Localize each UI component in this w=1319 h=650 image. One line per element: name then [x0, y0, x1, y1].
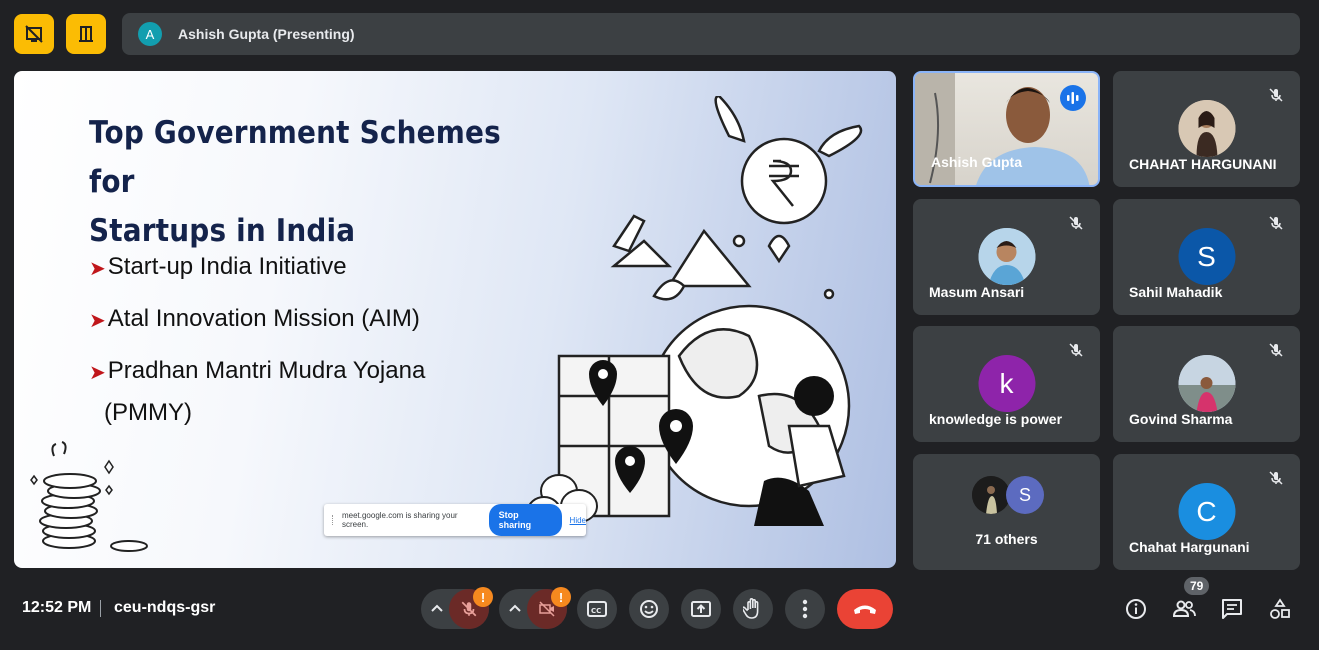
present-screen-icon — [691, 601, 711, 617]
muted-mic-icon — [1264, 83, 1288, 107]
participant-photo — [972, 476, 1010, 514]
door-icon — [79, 26, 93, 42]
drag-handle-icon[interactable] — [332, 515, 334, 525]
participant-name: Masum Ansari — [929, 284, 1025, 300]
participant-name: Ashish Gupta — [931, 154, 1023, 170]
sharing-notice-text: meet.google.com is sharing your screen. — [341, 511, 458, 529]
more-options-button[interactable] — [785, 589, 825, 629]
hide-screen-icon — [25, 25, 43, 43]
mic-control: ! — [421, 587, 493, 629]
meeting-details-button[interactable] — [1124, 597, 1148, 621]
side-by-side-view-button[interactable] — [66, 14, 106, 54]
present-now-button[interactable] — [681, 589, 721, 629]
participant-count-badge: 79 — [1184, 577, 1210, 595]
muted-mic-icon — [1264, 338, 1288, 362]
divider — [100, 600, 101, 617]
audio-wave-icon — [1067, 92, 1079, 104]
leave-call-button[interactable] — [837, 589, 893, 629]
slide-title: Top Government Schemes for Startups in I… — [89, 115, 501, 249]
svg-text:CC: CC — [591, 607, 601, 615]
others-count-label: 71 others — [975, 531, 1038, 547]
muted-mic-icon — [1064, 211, 1088, 235]
stop-sharing-button[interactable]: Stop sharing — [488, 504, 562, 536]
raise-hand-button[interactable] — [733, 589, 773, 629]
slide-bullets: ➤ Start-up India Initiative ➤ Atal Innovat… — [89, 253, 425, 451]
presenter-bar: A Ashish Gupta (Presenting) — [122, 13, 1300, 55]
meet-window: A Ashish Gupta (Presenting) Top Governme… — [0, 0, 1319, 650]
participant-tile[interactable]: CHAHAT HARGUNANI — [1113, 71, 1300, 187]
presenter-avatar: A — [138, 22, 162, 46]
shapes-icon — [1270, 598, 1290, 619]
chevron-up-icon[interactable] — [429, 601, 445, 617]
participant-tile[interactable]: Ashish Gupta — [913, 71, 1100, 187]
more-vert-icon — [802, 599, 808, 619]
muted-mic-icon — [1264, 211, 1288, 235]
info-icon — [1126, 599, 1146, 619]
camera-warning-badge: ! — [551, 587, 571, 607]
participant-photo — [978, 228, 1035, 285]
clock: 12:52 PM — [22, 599, 92, 616]
chat-icon — [1222, 599, 1242, 619]
participant-tile[interactable]: k knowledge is power — [913, 326, 1100, 442]
coins-illustration — [30, 441, 148, 552]
participant-avatar: S — [1006, 476, 1044, 514]
chevron-up-icon[interactable] — [507, 601, 523, 617]
participant-tile[interactable]: Govind Sharma — [1113, 326, 1300, 442]
startup-illustration — [527, 96, 863, 526]
participant-avatar: k — [978, 355, 1035, 412]
sharing-notice: meet.google.com is sharing your screen. … — [324, 504, 586, 536]
participant-name: Sahil Mahadik — [1129, 284, 1223, 300]
participant-name: Chahat Hargunani — [1129, 539, 1250, 555]
camera-control: ! — [499, 587, 571, 629]
participant-name: CHAHAT HARGUNANI — [1129, 156, 1277, 172]
muted-mic-icon — [1064, 338, 1088, 362]
speaking-indicator — [1060, 85, 1086, 111]
participant-photo — [1178, 355, 1235, 412]
meeting-code: ceu-ndqs-gsr — [114, 599, 216, 616]
hand-icon — [743, 598, 759, 619]
muted-mic-icon — [1264, 466, 1288, 490]
participant-name: Govind Sharma — [1129, 411, 1233, 427]
hang-up-icon — [854, 605, 876, 614]
people-button[interactable] — [1172, 597, 1196, 621]
participant-tile[interactable]: Masum Ansari — [913, 199, 1100, 315]
mic-warning-badge: ! — [473, 587, 493, 607]
others-tile[interactable]: S 71 others — [913, 454, 1100, 570]
participant-tile[interactable]: S Sahil Mahadik — [1113, 199, 1300, 315]
closed-captions-icon: CC — [587, 601, 607, 617]
bullet-item: ➤ Atal Innovation Mission (AIM) — [89, 305, 420, 332]
presentation-slide: Top Government Schemes for Startups in I… — [14, 71, 896, 568]
participant-avatar: C — [1178, 483, 1235, 540]
presenter-label: Ashish Gupta (Presenting) — [178, 26, 355, 42]
participant-avatar: S — [1178, 228, 1235, 285]
chat-button[interactable] — [1220, 597, 1244, 621]
hide-notice-link[interactable]: Hide — [570, 516, 586, 525]
people-icon — [1172, 600, 1196, 617]
activities-button[interactable] — [1268, 597, 1292, 621]
participant-photo — [1178, 100, 1235, 157]
reactions-button[interactable] — [629, 589, 669, 629]
emoji-icon — [640, 600, 658, 618]
participant-tile[interactable]: C Chahat Hargunani — [1113, 454, 1300, 570]
captions-button[interactable]: CC — [577, 589, 617, 629]
hide-presentation-button[interactable] — [14, 14, 54, 54]
participant-name: knowledge is power — [929, 411, 1063, 427]
bullet-item: ➤ Start-up India Initiative — [89, 253, 347, 280]
